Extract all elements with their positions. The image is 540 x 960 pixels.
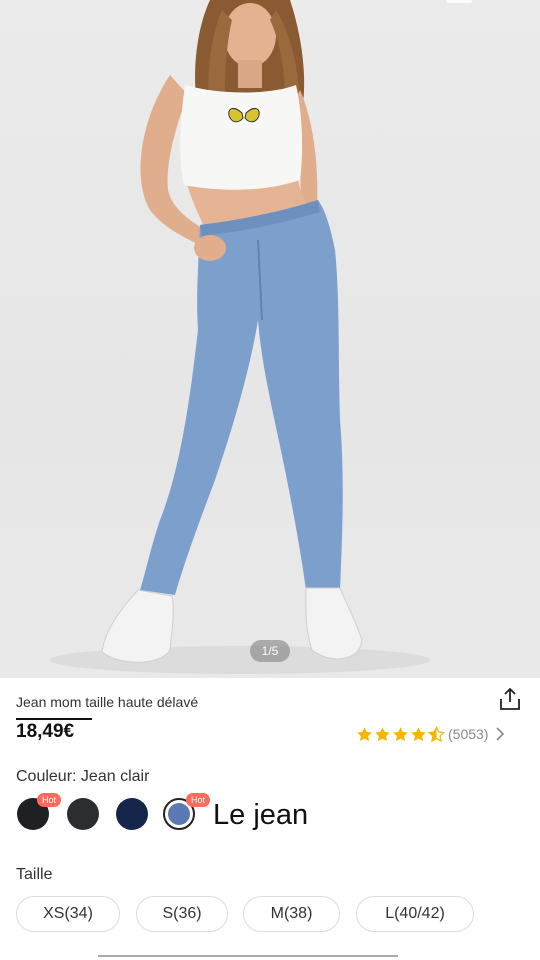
star-icon bbox=[393, 726, 408, 741]
size-option-xs[interactable]: XS(34) bbox=[16, 896, 120, 932]
rating-summary[interactable]: (5053) bbox=[356, 724, 506, 744]
rating-stars bbox=[356, 725, 445, 743]
chevron-right-icon bbox=[496, 727, 505, 741]
top-indicator bbox=[446, 0, 472, 3]
product-title: Jean mom taille haute délavé bbox=[16, 694, 199, 710]
swatch-inner bbox=[168, 803, 190, 825]
review-count: (5053) bbox=[448, 726, 489, 742]
hot-badge: Hot bbox=[37, 793, 62, 807]
star-icon bbox=[375, 726, 390, 741]
swatch-navy[interactable] bbox=[116, 798, 148, 830]
swatch-dark-grey[interactable] bbox=[67, 798, 99, 830]
half-star-icon bbox=[428, 725, 445, 742]
bottom-divider bbox=[98, 955, 398, 957]
model-photo bbox=[50, 0, 430, 674]
price-divider bbox=[16, 718, 92, 720]
product-price: 18,49€ bbox=[16, 721, 75, 742]
size-option-s[interactable]: S(36) bbox=[136, 896, 228, 932]
size-label: Taille bbox=[16, 866, 53, 883]
star-icon bbox=[357, 726, 372, 741]
size-option-l[interactable]: L(40/42) bbox=[356, 896, 474, 932]
overlay-caption: Le jean bbox=[213, 799, 309, 831]
share-icon[interactable] bbox=[497, 686, 523, 712]
color-label: Couleur: Jean clair bbox=[16, 768, 150, 785]
hot-badge: Hot bbox=[186, 793, 211, 807]
star-icon bbox=[411, 726, 426, 741]
image-counter: 1/5 bbox=[250, 640, 290, 662]
product-image[interactable]: 1/5 bbox=[0, 0, 540, 678]
size-option-m[interactable]: M(38) bbox=[243, 896, 340, 932]
